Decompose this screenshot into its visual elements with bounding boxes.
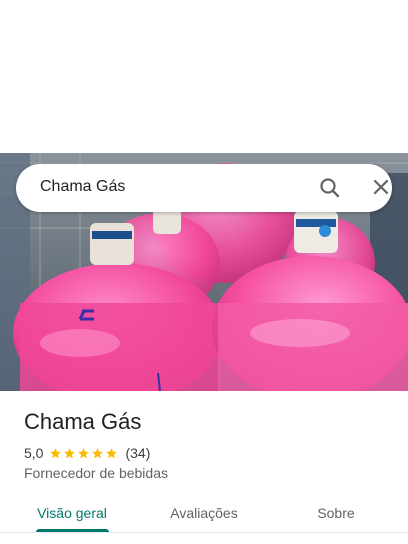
search-icon[interactable] [316,176,344,200]
star-icon [106,447,118,458]
star-icon [50,447,62,458]
star-icon [64,447,76,458]
star-icon [92,447,104,458]
rating-value: 5,0 [24,445,44,461]
rating-row[interactable]: 5,0 (34) [24,444,150,462]
place-tabs: Visão geral Avaliações Sobre [0,496,408,536]
search-bar[interactable]: Chama Gás [16,164,392,212]
place-title: Chama Gás [24,409,142,434]
review-count[interactable]: (34) [125,445,150,461]
place-category[interactable]: Fornecedor de bebidas [24,465,168,481]
rating-stars [49,447,119,460]
close-icon[interactable] [367,176,395,200]
tab-overview[interactable]: Visão geral [28,496,116,532]
star-icon [78,447,90,458]
search-input[interactable]: Chama Gás [40,178,125,196]
map-blank-area [0,0,408,153]
tab-reviews[interactable]: Avaliações [158,496,250,532]
tabs-divider [0,532,408,533]
tab-about[interactable]: Sobre [300,496,372,532]
